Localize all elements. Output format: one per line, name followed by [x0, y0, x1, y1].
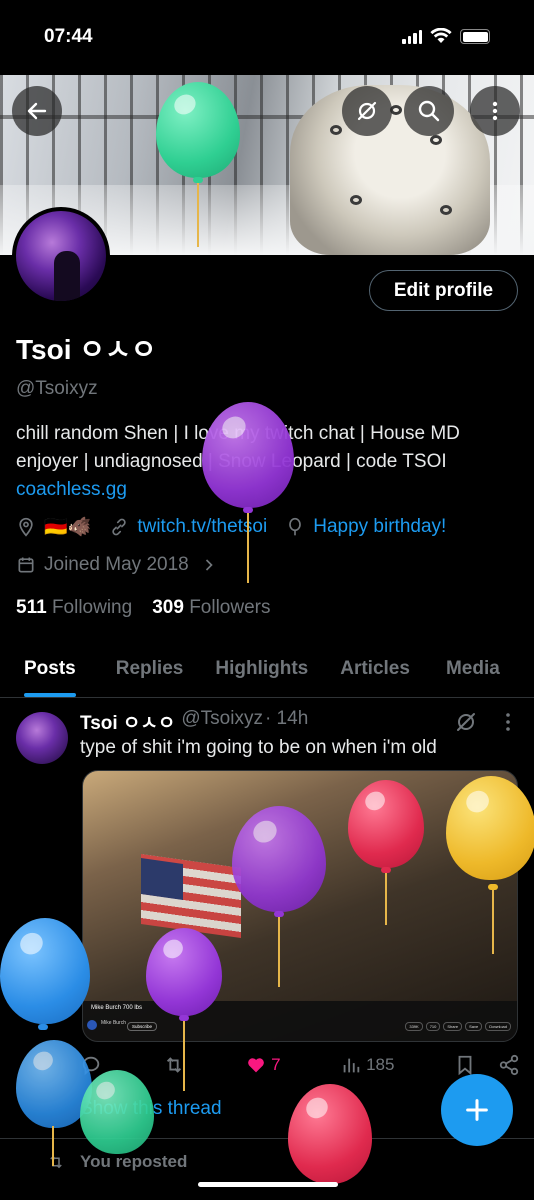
- video-title: Mike Burch 700 lbs: [91, 1005, 143, 1011]
- balloon-purple: [232, 806, 326, 912]
- back-button[interactable]: [12, 86, 62, 136]
- link-icon: [112, 518, 127, 536]
- profile-meta: 🇩🇪🐗 twitch.tv/thetsoi Happy birthday!: [16, 515, 446, 539]
- repost-button[interactable]: [162, 1054, 186, 1076]
- location-icon: [19, 517, 33, 537]
- followers-link[interactable]: 309 Followers: [152, 597, 270, 619]
- status-time: 07:44: [44, 26, 93, 47]
- home-indicator: [198, 1182, 338, 1187]
- search-button[interactable]: [404, 86, 454, 136]
- status-icons: [402, 28, 490, 44]
- repost-small-icon: [50, 1155, 62, 1169]
- balloon-purple: [146, 928, 222, 1016]
- follow-counts: 511 Following 309 Followers: [16, 597, 271, 619]
- video-action: Share: [443, 1022, 463, 1031]
- like-button[interactable]: 7: [245, 1054, 281, 1076]
- following-label: Following: [51, 597, 133, 618]
- followers-count: 309: [152, 597, 184, 618]
- grok-button[interactable]: [342, 86, 392, 136]
- balloon-green: [156, 82, 240, 178]
- video-action: Save: [465, 1022, 483, 1031]
- tab-articles[interactable]: Articles: [340, 648, 410, 697]
- balloon-red: [348, 780, 424, 868]
- repost-icon: [166, 1057, 181, 1073]
- tab-posts[interactable]: Posts: [24, 648, 76, 697]
- compose-button[interactable]: [441, 1074, 513, 1146]
- video-subscribe: Subscribe: [127, 1022, 158, 1031]
- balloon-purple: [202, 402, 294, 508]
- grok-icon: [357, 101, 377, 121]
- video-action: 710: [425, 1022, 441, 1031]
- view-count: 185: [366, 1055, 395, 1074]
- video-action: 339K: [405, 1022, 423, 1031]
- search-icon: [418, 100, 440, 122]
- back-arrow-icon: [27, 102, 47, 120]
- more-vertical-icon: [492, 101, 498, 121]
- grok-post-icon[interactable]: [454, 710, 478, 734]
- joined-text: Joined May 2018: [44, 554, 189, 575]
- bookmark-and-share: [454, 1054, 520, 1076]
- repost-indicator: You reposted: [46, 1152, 187, 1172]
- post-header: Tsoi ㅇㅅㅇ @Tsoixyz · 14h: [80, 708, 308, 735]
- tab-highlights[interactable]: Highlights: [215, 648, 308, 697]
- video-actions: 339K 710 Share Save Download: [405, 1022, 511, 1031]
- plus-icon: [466, 1099, 488, 1121]
- views-button[interactable]: 185: [340, 1054, 394, 1076]
- birthday-text[interactable]: Happy birthday!: [313, 516, 446, 538]
- location-text: 🇩🇪🐗: [44, 517, 92, 538]
- chevron-right-icon: [205, 559, 213, 571]
- profile-avatar[interactable]: [12, 207, 110, 305]
- tab-media[interactable]: Media: [446, 648, 500, 697]
- profile-handle: @Tsoixyz: [16, 378, 98, 399]
- following-link[interactable]: 511 Following: [16, 597, 132, 619]
- views-icon: [343, 1058, 360, 1073]
- calendar-icon: [18, 557, 34, 573]
- balloon-yellow: [446, 776, 534, 880]
- share-icon[interactable]: [498, 1054, 520, 1076]
- followers-label: Followers: [189, 597, 271, 618]
- channel-avatar: [87, 1020, 97, 1030]
- like-count: 7: [271, 1055, 281, 1074]
- repost-label: You reposted: [80, 1152, 188, 1171]
- more-button[interactable]: [470, 86, 520, 136]
- profile-tabs: Posts Replies Highlights Articles Media: [0, 648, 534, 698]
- balloon-blue: [0, 918, 90, 1024]
- post-more-icon[interactable]: [496, 710, 520, 734]
- video-action: Download: [485, 1022, 511, 1031]
- post-actions: 7 185: [80, 1054, 520, 1076]
- balloon-green: [80, 1070, 154, 1154]
- following-count: 511: [16, 597, 47, 618]
- post-text: type of shit i'm going to be on when i'm…: [80, 737, 437, 758]
- heart-icon: [248, 1058, 264, 1073]
- tab-replies[interactable]: Replies: [116, 648, 184, 697]
- profile-name: Tsoi ㅇㅅㅇ: [16, 334, 157, 365]
- edit-profile-button[interactable]: Edit profile: [369, 270, 518, 311]
- post-handle: @Tsoixyz: [181, 708, 263, 729]
- video-channel: Mike Burch: [101, 1020, 127, 1026]
- video-info-bar: Mike Burch 700 lbs Mike Burch Subscribe …: [83, 1001, 517, 1041]
- joined-date[interactable]: Joined May 2018: [16, 554, 219, 576]
- cellular-signal-icon: [402, 30, 422, 44]
- battery-icon: [460, 29, 490, 44]
- post-avatar[interactable]: [16, 712, 68, 764]
- post-time: · 14h: [264, 708, 309, 729]
- bookmark-icon[interactable]: [454, 1054, 476, 1076]
- balloon-red: [288, 1084, 372, 1184]
- balloon-icon: [289, 517, 302, 536]
- wifi-icon: [430, 28, 452, 43]
- post-author[interactable]: Tsoi ㅇㅅㅇ: [80, 708, 175, 735]
